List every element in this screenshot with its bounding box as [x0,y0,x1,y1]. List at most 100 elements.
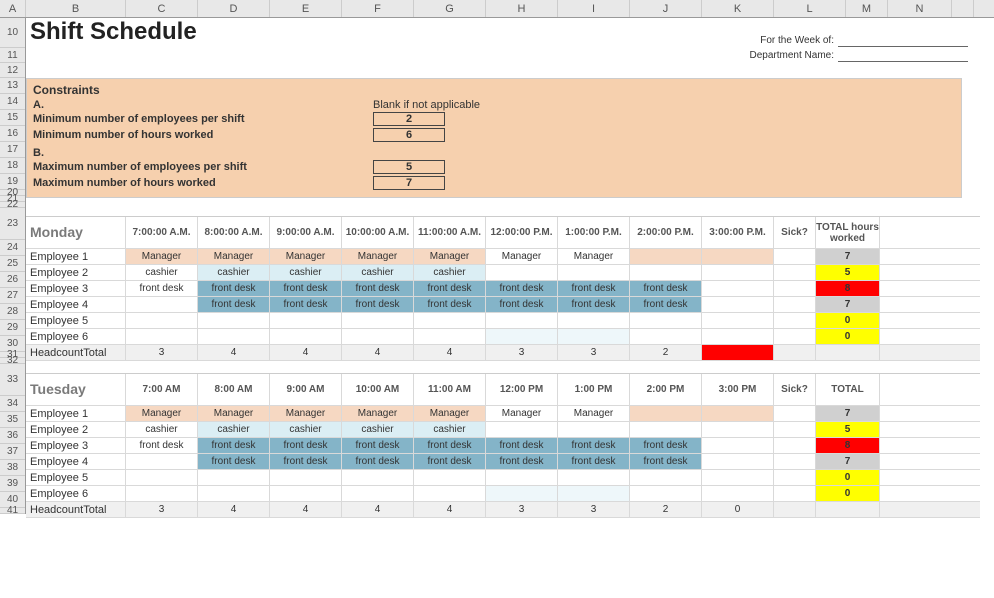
shift-cell[interactable]: front desk [630,297,702,312]
shift-cell[interactable] [414,329,486,344]
shift-cell[interactable]: Manager [270,249,342,264]
employee-name[interactable]: Employee 6 [26,329,126,344]
row-header-33[interactable]: 33 [0,364,25,396]
shift-cell[interactable] [702,249,774,264]
row-header-27[interactable]: 27 [0,288,25,304]
shift-cell[interactable] [702,454,774,469]
shift-cell[interactable]: Manager [486,249,558,264]
shift-cell[interactable]: Manager [126,249,198,264]
shift-cell[interactable] [126,470,198,485]
row-header-12[interactable]: 12 [0,63,25,78]
meta-week-input[interactable] [838,35,968,47]
shift-cell[interactable] [702,406,774,421]
row-header-18[interactable]: 18 [0,158,25,174]
shift-cell[interactable]: front desk [342,438,414,453]
shift-cell[interactable]: front desk [558,281,630,296]
col-header-A[interactable]: A [0,0,26,17]
shift-cell[interactable] [702,265,774,280]
shift-cell[interactable] [342,329,414,344]
row-header-25[interactable]: 25 [0,256,25,272]
shift-cell[interactable] [270,313,342,328]
shift-cell[interactable]: cashier [414,422,486,437]
col-header-D[interactable]: D [198,0,270,17]
row-header-39[interactable]: 39 [0,476,25,492]
min-emp-value[interactable]: 2 [373,112,445,126]
shift-cell[interactable] [630,313,702,328]
sick-cell[interactable] [774,438,816,453]
employee-name[interactable]: Employee 5 [26,313,126,328]
sick-cell[interactable] [774,486,816,501]
shift-cell[interactable]: front desk [198,281,270,296]
shift-cell[interactable]: front desk [342,281,414,296]
shift-cell[interactable] [342,313,414,328]
shift-cell[interactable]: cashier [198,265,270,280]
row-header-11[interactable]: 11 [0,48,25,63]
shift-cell[interactable]: front desk [486,438,558,453]
shift-cell[interactable]: front desk [486,281,558,296]
row-header-17[interactable]: 17 [0,142,25,158]
shift-cell[interactable] [126,297,198,312]
shift-cell[interactable]: front desk [414,438,486,453]
shift-cell[interactable]: front desk [126,438,198,453]
sick-cell[interactable] [774,297,816,312]
col-header-M[interactable]: M [846,0,888,17]
shift-cell[interactable]: front desk [486,297,558,312]
shift-cell[interactable] [558,329,630,344]
shift-cell[interactable]: front desk [630,454,702,469]
shift-cell[interactable] [198,486,270,501]
row-header-14[interactable]: 14 [0,94,25,110]
shift-cell[interactable] [702,329,774,344]
shift-cell[interactable]: cashier [126,422,198,437]
shift-cell[interactable] [558,265,630,280]
shift-cell[interactable] [342,470,414,485]
col-header-H[interactable]: H [486,0,558,17]
row-header-26[interactable]: 26 [0,272,25,288]
shift-cell[interactable] [702,438,774,453]
row-header-16[interactable]: 16 [0,126,25,142]
col-header-C[interactable]: C [126,0,198,17]
shift-cell[interactable] [342,486,414,501]
shift-cell[interactable] [558,470,630,485]
shift-cell[interactable]: front desk [558,438,630,453]
shift-cell[interactable]: Manager [342,249,414,264]
shift-cell[interactable] [630,422,702,437]
sick-cell[interactable] [774,470,816,485]
shift-cell[interactable] [702,281,774,296]
shift-cell[interactable]: Manager [558,249,630,264]
shift-cell[interactable]: front desk [342,454,414,469]
shift-cell[interactable] [126,313,198,328]
row-header-15[interactable]: 15 [0,110,25,126]
shift-cell[interactable] [702,313,774,328]
row-header-36[interactable]: 36 [0,428,25,444]
row-header-35[interactable]: 35 [0,412,25,428]
shift-cell[interactable]: front desk [270,281,342,296]
col-header-F[interactable]: F [342,0,414,17]
shift-cell[interactable]: front desk [270,438,342,453]
col-header-N[interactable]: N [888,0,952,17]
col-header-B[interactable]: B [26,0,126,17]
shift-cell[interactable]: cashier [342,265,414,280]
shift-cell[interactable]: front desk [126,281,198,296]
row-header-37[interactable]: 37 [0,444,25,460]
col-header-L[interactable]: L [774,0,846,17]
shift-cell[interactable]: front desk [486,454,558,469]
sick-cell[interactable] [774,422,816,437]
shift-cell[interactable] [486,329,558,344]
shift-cell[interactable]: front desk [630,438,702,453]
shift-cell[interactable]: front desk [558,297,630,312]
shift-cell[interactable] [558,422,630,437]
shift-cell[interactable]: front desk [270,454,342,469]
shift-cell[interactable]: Manager [486,406,558,421]
employee-name[interactable]: Employee 6 [26,486,126,501]
row-header-23[interactable]: 23 [0,208,25,240]
shift-cell[interactable]: front desk [414,454,486,469]
row-header-29[interactable]: 29 [0,320,25,336]
shift-cell[interactable] [702,422,774,437]
col-header-E[interactable]: E [270,0,342,17]
shift-cell[interactable]: Manager [126,406,198,421]
sick-cell[interactable] [774,249,816,264]
shift-cell[interactable]: cashier [342,422,414,437]
shift-cell[interactable] [126,486,198,501]
shift-cell[interactable]: Manager [558,406,630,421]
employee-name[interactable]: Employee 2 [26,422,126,437]
